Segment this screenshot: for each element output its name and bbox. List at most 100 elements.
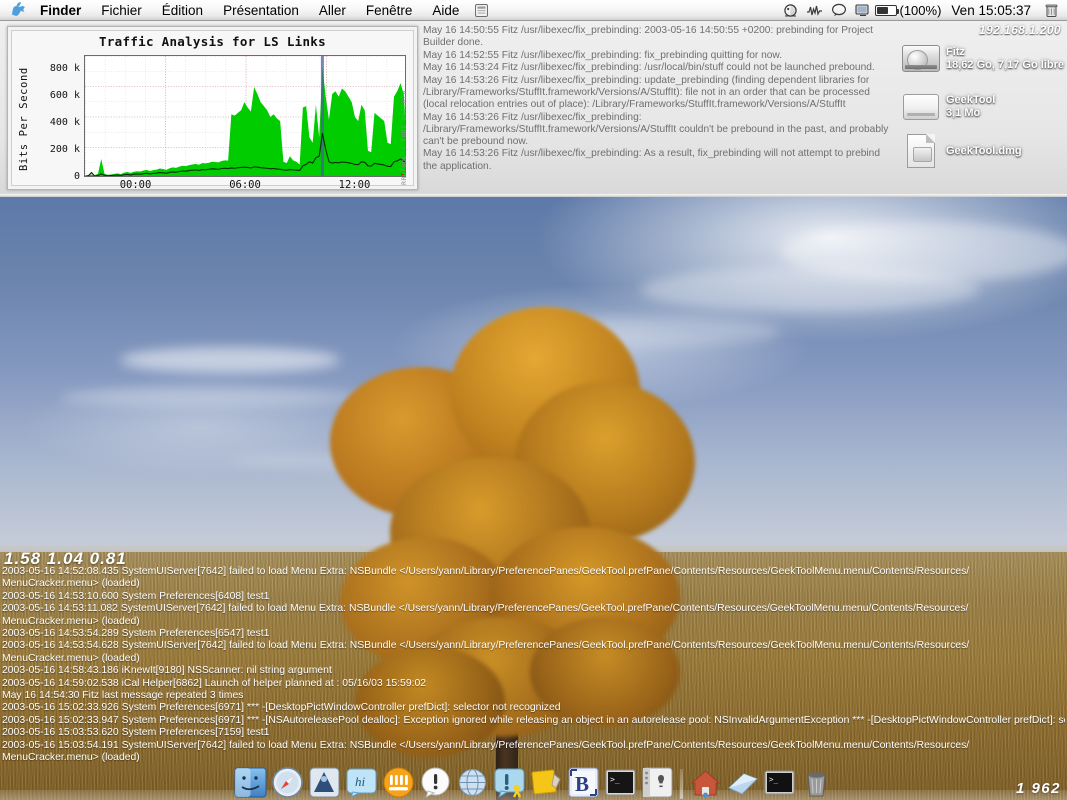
ip-address-overlay: 192.168.1.200 <box>979 23 1061 37</box>
icon-labels: GeekTool.dmg <box>946 145 1022 158</box>
desktop-icon-fitz[interactable]: Fitz 18,62 Go, 7,17 Go libre <box>900 39 1064 79</box>
chart-credit: RRDTOOL / TOBI OETIKER <box>400 90 408 185</box>
dock-item-trash[interactable] <box>800 766 833 799</box>
dock-separator <box>680 769 683 799</box>
sound-waveform-icon[interactable] <box>803 0 827 21</box>
displays-icon[interactable] <box>779 0 803 21</box>
svg-text:hi: hi <box>355 774 366 789</box>
y-tick-label: 0 <box>73 171 80 182</box>
load-average-overlay: 1.58 1.04 0.81 <box>4 549 127 568</box>
icon-detail: 3,1 Mo <box>946 107 981 119</box>
dock-item-safari[interactable] <box>271 766 304 799</box>
y-tick-label: 400 k <box>49 116 80 128</box>
graph-inner-panel: Traffic Analysis for LS Links Bits Per S… <box>11 30 414 191</box>
chart-title: Traffic Analysis for LS Links <box>99 34 326 49</box>
chart-svg <box>85 56 405 176</box>
icon-detail: 18,62 Go, 7,17 Go libre <box>946 59 1064 71</box>
battery-icon <box>874 4 899 16</box>
syslog-line: 2003-05-16 15:03:53.620 System Preferenc… <box>2 727 270 739</box>
syslog-line: 2003-05-16 14:53:54.289 System Preferenc… <box>2 628 270 640</box>
dock: hi B >_ >_ <box>0 758 1067 800</box>
syslog-line: 2003-05-16 14:59:02.538 iCal Helper[6862… <box>2 677 427 689</box>
icon-labels: GeekTool 3,1 Mo <box>946 94 995 120</box>
syslog-line: MenuCracker.menu> (loaded) <box>2 615 140 627</box>
svg-text:B: B <box>575 772 589 796</box>
svg-text:>_: >_ <box>610 775 620 784</box>
battery-percent: (100%) <box>899 2 942 18</box>
desktop-icon-geektool-volume[interactable]: GeekTool 3,1 Mo <box>900 87 995 127</box>
syslog-line: 2003-05-16 15:02:33.926 System Preferenc… <box>2 702 561 714</box>
menu-item-aide[interactable]: Aide <box>422 0 469 21</box>
chart-spike-marker <box>320 56 324 176</box>
syslog-line: 2003-05-16 14:53:10.600 System Preferenc… <box>2 590 270 602</box>
chart-x-axis-ticks: 00:00 06:00 12:00 <box>84 179 406 193</box>
console-log-line: May 16 14:53:26 Fitz /usr/libexec/fix_pr… <box>423 74 870 111</box>
console-log-line: May 16 14:53:24 Fitz /usr/libexec/fix_pr… <box>423 62 875 74</box>
dock-item-ichat[interactable]: hi <box>345 766 378 799</box>
dock-item-system-prefs[interactable] <box>641 766 674 799</box>
console-log-line: May 16 14:50:55 Fitz /usr/libexec/fix_pr… <box>423 25 873 49</box>
x-tick-label: 12:00 <box>338 179 371 191</box>
y-tick-label: 600 k <box>49 89 80 101</box>
icon-name: Fitz <box>946 46 965 58</box>
chart-ylabel: Bits Per Second <box>18 67 30 171</box>
console-log-widget: May 16 14:50:55 Fitz /usr/libexec/fix_pr… <box>421 23 891 193</box>
desktop-icon-geektool-dmg[interactable]: GeekTool.dmg <box>900 131 1022 171</box>
apple-logo-icon[interactable] <box>12 2 26 18</box>
menu-item-presentation[interactable]: Présentation <box>213 0 309 21</box>
console-log-line: May 16 14:52:55 Fitz /usr/libexec/fix_pr… <box>423 49 783 61</box>
hard-disk-icon <box>900 39 942 79</box>
console-log-line: May 16 14:53:26 Fitz /usr/libexec/fix_pr… <box>423 111 889 147</box>
menu-clock[interactable]: Ven 15:05:37 <box>943 3 1039 18</box>
dock-item-stickies[interactable] <box>530 766 563 799</box>
icon-name: GeekTool <box>946 94 996 106</box>
x-tick-label: 06:00 <box>229 179 261 191</box>
syslog-line: 2003-05-16 14:53:54.628 SystemUIServer[7… <box>2 640 970 652</box>
ichat-bubble-icon[interactable] <box>827 0 851 21</box>
menu-trash-icon[interactable] <box>1039 0 1063 21</box>
battery-status[interactable]: (100%) <box>874 2 944 18</box>
script-menu-icon[interactable] <box>469 0 493 21</box>
menu-item-edition[interactable]: Édition <box>152 0 213 21</box>
disk-image-document-icon <box>900 131 942 171</box>
dock-item-console[interactable]: >_ <box>763 766 796 799</box>
dock-item-finder[interactable] <box>234 766 267 799</box>
chart-y-axis-ticks: 800 k 600 k 400 k 200 k 0 <box>34 53 80 182</box>
syslog-line: 2003-05-16 14:52:08.435 SystemUIServer[7… <box>2 566 970 577</box>
console-log-line: May 16 14:53:26 Fitz /usr/libexec/fix_pr… <box>423 148 880 172</box>
syslog-line: 2003-05-16 14:53:11.082 SystemUIServer[7… <box>2 603 969 615</box>
menu-item-fenetre[interactable]: Fenêtre <box>356 0 423 21</box>
menu-app-name[interactable]: Finder <box>38 0 91 21</box>
svg-text:>_: >_ <box>769 775 779 784</box>
dock-item-alert[interactable] <box>419 766 452 799</box>
icon-name: GeekTool.dmg <box>946 144 1022 157</box>
menu-bar: Finder Fichier Édition Présentation Alle… <box>0 0 1067 21</box>
traffic-graph-window[interactable]: Traffic Analysis for LS Links Bits Per S… <box>7 26 418 191</box>
desktop-icons-group: 192.168.1.200 Fitz 18,62 Go, 7,17 Go lib… <box>890 21 1067 197</box>
y-tick-label: 800 k <box>49 62 80 74</box>
syslog-line: MenuCracker.menu> (loaded) <box>2 578 140 590</box>
menu-item-aller[interactable]: Aller <box>309 0 356 21</box>
dock-item-terminal[interactable]: >_ <box>604 766 637 799</box>
syslog-line: 2003-05-16 14:58:43.186 iKnewIt[9180] NS… <box>2 665 332 677</box>
cloud <box>780 222 1067 282</box>
dock-item-sherlock[interactable] <box>308 766 341 799</box>
dock-item-bbedit[interactable]: B <box>567 766 600 799</box>
chart-plot-area <box>84 55 406 177</box>
dock-item-documents[interactable] <box>726 766 759 799</box>
dock-item-network[interactable] <box>456 766 489 799</box>
dock-item-ichat-av[interactable] <box>493 766 526 799</box>
syslog-line: 2003-05-16 15:02:33.947 System Preferenc… <box>2 714 1065 726</box>
chart-area-series <box>85 66 405 176</box>
syslog-line: MenuCracker.menu> (loaded) <box>2 652 140 664</box>
y-tick-label: 200 k <box>49 143 80 155</box>
dock-item-ical[interactable] <box>382 766 415 799</box>
system-log-widget: 2003-05-16 14:52:08.435 SystemUIServer[7… <box>2 566 1065 765</box>
monitor-icon[interactable] <box>851 0 875 21</box>
dock-item-home-folder[interactable] <box>689 766 722 799</box>
syslog-line: 2003-05-16 15:03:54.191 SystemUIServer[7… <box>2 739 970 751</box>
disk-volume-icon <box>900 87 942 127</box>
menu-item-fichier[interactable]: Fichier <box>91 0 152 21</box>
syslog-line: May 16 14:54:30 Fitz last message repeat… <box>2 690 244 702</box>
icon-labels: Fitz 18,62 Go, 7,17 Go libre <box>946 46 1064 72</box>
